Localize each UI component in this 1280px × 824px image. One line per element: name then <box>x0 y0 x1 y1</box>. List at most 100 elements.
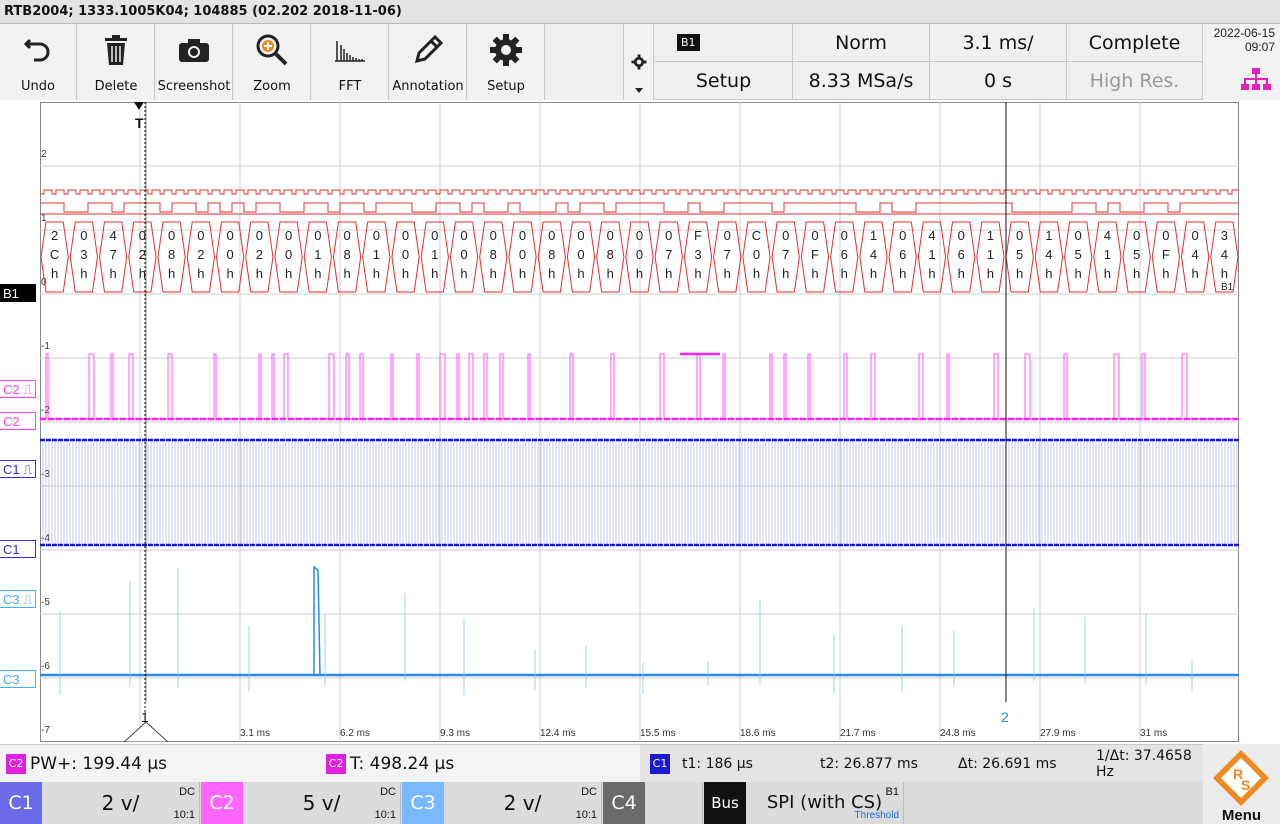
x-axis-label: 9.3 ms <box>440 728 470 739</box>
channel-tag[interactable]: C1 ⎍ <box>0 460 36 478</box>
decoded-byte-char: h <box>402 266 409 281</box>
decoded-byte-char: 5 <box>1133 247 1140 262</box>
channel-tag[interactable]: C3 <box>0 670 36 688</box>
bus-b1[interactable]: Bus SPI (with CS) B1 Threshold <box>704 782 904 824</box>
decoded-byte-char: 4 <box>109 228 116 243</box>
annotation-label: Annotation <box>392 79 464 94</box>
zoom-button[interactable]: Zoom <box>234 24 311 100</box>
channel-tags: B1 C2 ⎍ C2 C1 ⎍ C1 C3 ⎍ C3 <box>0 100 40 742</box>
decoded-byte-char: 2 <box>51 228 58 243</box>
channel-tag[interactable]: C1 <box>0 540 36 558</box>
timebase[interactable]: 3.1 ms/ <box>930 24 1067 62</box>
decoded-byte-char: 1 <box>928 247 935 262</box>
decoded-byte-char: 0 <box>607 228 614 243</box>
channel-c4[interactable]: C4 <box>603 782 703 824</box>
trash-icon <box>78 32 154 68</box>
decoded-byte-char: 0 <box>80 228 87 243</box>
decoded-byte-char: 1 <box>1045 228 1052 243</box>
decoded-byte-char: 4 <box>1192 247 1199 262</box>
y-axis-label: -5 <box>41 597 50 608</box>
x-axis-label: 6.2 ms <box>340 728 370 739</box>
decoded-byte-char: 8 <box>343 247 350 262</box>
pencil-icon <box>390 32 466 68</box>
decoded-byte-char: 0 <box>782 228 789 243</box>
bus-badge: B1 <box>677 34 700 51</box>
decoded-byte-char: h <box>987 266 994 281</box>
bus-setup-button[interactable]: Setup <box>655 62 793 100</box>
channel-tag[interactable]: C3 ⎍ <box>0 590 36 608</box>
undo-button[interactable]: Undo <box>0 24 77 100</box>
period-measurement[interactable]: C2 T: 498.24 µs <box>326 745 454 783</box>
horizontal-position[interactable]: 0 s <box>930 62 1067 100</box>
channel-tag[interactable]: C2 ⎍ <box>0 380 36 398</box>
decoded-byte-char: h <box>168 266 175 281</box>
decoded-byte-char: 0 <box>724 228 731 243</box>
cursor-1-label: 1 <box>141 709 149 725</box>
small-gear-icon <box>631 54 647 70</box>
decoded-byte-char: 0 <box>226 228 233 243</box>
sample-rate[interactable]: 8.33 MSa/s <box>793 62 930 100</box>
x-axis-label: 3.1 ms <box>240 728 270 739</box>
channel-c2[interactable]: C2 5 v/ DC 10:1 <box>201 782 401 824</box>
channel-bar: C1 2 v/ DC 10:1 C2 5 v/ DC 10:1 C3 2 v/ … <box>0 782 1280 824</box>
acquisition-state[interactable]: Complete <box>1067 24 1203 62</box>
y-axis-label: -1 <box>41 341 50 352</box>
cursor-measurement[interactable]: C1 t1: 186 µs t2: 26.877 ms Δt: 26.691 m… <box>640 745 1210 783</box>
quick-settings-button[interactable] <box>624 24 654 100</box>
decoded-byte-char: 0 <box>402 228 409 243</box>
decoded-byte-char: 1 <box>431 247 438 262</box>
bus-threshold: Threshold <box>854 810 899 821</box>
decoded-byte-char: 6 <box>958 247 965 262</box>
decoded-byte-char: 0 <box>1016 228 1023 243</box>
setup-button[interactable]: Setup <box>468 24 545 100</box>
decoded-byte-char: 0 <box>285 247 292 262</box>
decoded-byte-char: h <box>753 266 760 281</box>
decoded-byte-char: 3 <box>694 247 701 262</box>
annotation-button[interactable]: Annotation <box>390 24 467 100</box>
resolution-mode[interactable]: High Res. <box>1067 62 1203 100</box>
decoded-byte-char: 0 <box>577 247 584 262</box>
dt-value: Δt: 26.691 ms <box>958 756 1057 772</box>
chevron-down-icon <box>635 88 643 93</box>
decoded-byte-char: h <box>80 266 87 281</box>
toolbar-spacer <box>546 24 624 100</box>
decoded-byte-char: h <box>724 266 731 281</box>
t-value: T: 498.24 µs <box>350 754 455 774</box>
bus-name: Bus <box>704 782 746 824</box>
decoded-byte-char: 0 <box>343 228 350 243</box>
decoded-byte-char: 0 <box>577 228 584 243</box>
decoded-byte-char: 0 <box>636 247 643 262</box>
fft-button[interactable]: FFT <box>312 24 389 100</box>
decoded-byte-char: 1 <box>1104 247 1111 262</box>
trigger-mode[interactable]: Norm <box>793 24 930 62</box>
decoded-byte-char: 8 <box>607 247 614 262</box>
decoded-byte-char: F <box>694 228 702 243</box>
pulse-width-measurement[interactable]: C2 PW+: 199.44 µs <box>6 745 167 783</box>
decoded-byte-char: h <box>607 266 614 281</box>
channel-tag[interactable]: C2 <box>0 412 36 430</box>
channel-tag[interactable]: B1 <box>0 284 36 302</box>
menu-button[interactable]: R S Menu <box>1203 744 1280 824</box>
delete-button[interactable]: Delete <box>78 24 155 100</box>
decoded-byte-char: 1 <box>314 247 321 262</box>
decoded-byte-char: h <box>1221 266 1228 281</box>
decoded-byte-char: 0 <box>373 228 380 243</box>
network-icon <box>1241 68 1271 90</box>
c1-ratio: 10:1 <box>173 809 195 821</box>
trigger-label: T <box>135 115 144 131</box>
date-text: 2022-06-15 <box>1213 26 1275 40</box>
decoded-byte-char: h <box>899 266 906 281</box>
screenshot-button[interactable]: Screenshot <box>156 24 233 100</box>
c3-name: C3 <box>402 782 444 824</box>
decoded-byte-char: h <box>811 266 818 281</box>
channel-c3[interactable]: C3 2 v/ DC 10:1 <box>402 782 602 824</box>
decoded-byte-char: 5 <box>1016 247 1023 262</box>
decoded-byte-char: 0 <box>1133 228 1140 243</box>
x-axis-label: 21.7 ms <box>840 728 876 739</box>
channel-c1[interactable]: C1 2 v/ DC 10:1 <box>0 782 200 824</box>
decoded-byte-char: h <box>256 266 263 281</box>
bus-badge-cell[interactable]: B1 <box>655 24 793 62</box>
decoded-byte-char: 0 <box>519 247 526 262</box>
rohde-schwarz-logo-icon: R S <box>1213 750 1269 806</box>
decoded-byte-char: h <box>285 266 292 281</box>
